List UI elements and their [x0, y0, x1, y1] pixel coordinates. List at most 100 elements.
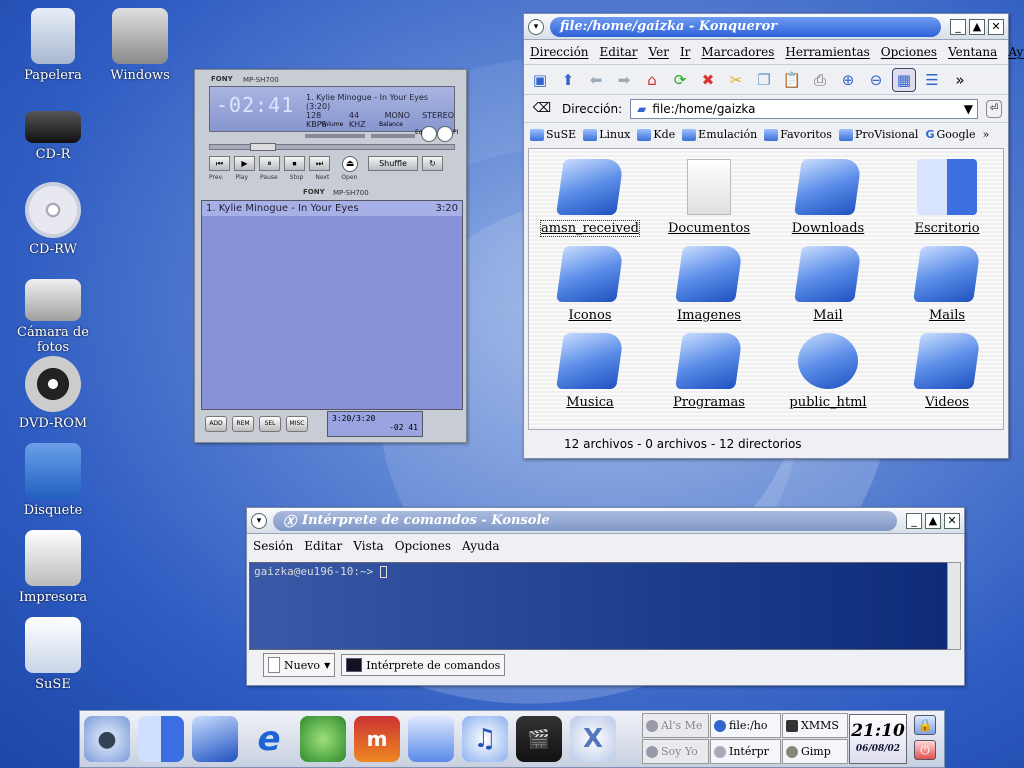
cut-icon[interactable]: ✂ — [724, 68, 748, 92]
up-icon[interactable]: ⬆ — [556, 68, 580, 92]
add-button[interactable]: ADD — [205, 416, 227, 432]
zoom-out-icon[interactable]: ⊖ — [864, 68, 888, 92]
tab-shell[interactable]: Intérprete de comandos — [341, 654, 506, 676]
menu-sesion[interactable]: Sesión — [253, 539, 293, 553]
prev-button[interactable]: ⏮ — [209, 156, 230, 171]
playlist[interactable]: 1. Kylie Minogue - In Your Eyes 3:20 — [201, 200, 463, 410]
shuffle-button[interactable]: Shuffle — [368, 156, 418, 171]
file-item[interactable]: Programas — [654, 333, 764, 410]
desktop-icon-dvd-rom[interactable]: DVD-ROM — [3, 356, 103, 431]
close-icon[interactable]: ✕ — [988, 18, 1004, 35]
konsole-window[interactable]: ▾ Ⓧ Intérprete de comandos - Konsole _ ▲ … — [246, 507, 965, 686]
pause-button[interactable]: ⏸ — [259, 156, 280, 171]
itunes-icon[interactable]: ♫ — [462, 716, 508, 762]
new-session-button[interactable]: Nuevo ▼ — [263, 653, 336, 677]
minimize-icon[interactable]: _ — [950, 18, 966, 35]
bookmark-provisional[interactable]: ProVisional — [838, 128, 918, 141]
file-item[interactable]: Musica — [535, 333, 645, 410]
clock[interactable]: 21:10 06/08/02 — [849, 714, 907, 764]
back-icon[interactable]: ⬅ — [584, 68, 608, 92]
clear-address-icon[interactable]: ⌫ — [530, 97, 554, 121]
messenger-icon[interactable] — [300, 716, 346, 762]
konsole-titlebar[interactable]: ▾ Ⓧ Intérprete de comandos - Konsole _ ▲ … — [247, 508, 964, 534]
dropdown-icon[interactable]: ▼ — [964, 102, 973, 116]
task-gimp[interactable]: Gimp — [782, 739, 848, 764]
desktop-icon-papelera[interactable]: Papelera — [3, 8, 103, 83]
reload-icon[interactable]: ⟳ — [668, 68, 692, 92]
home-icon[interactable]: ⌂ — [640, 68, 664, 92]
forward-icon[interactable]: ➡ — [612, 68, 636, 92]
play-button[interactable]: ▶ — [234, 156, 255, 171]
konqueror-titlebar[interactable]: ▾ file:/home/gaizka - Konqueror _ ▲ ✕ — [524, 14, 1008, 40]
macos-x-icon[interactable]: X — [570, 716, 616, 762]
menu-ayuda[interactable]: Ayuda — [462, 539, 500, 553]
logout-icon[interactable]: ⏻ — [914, 740, 936, 760]
file-view[interactable]: amsn_received Documentos Downloads Escri… — [528, 148, 1004, 430]
maximize-icon[interactable]: ▲ — [969, 18, 985, 35]
window-menu-icon[interactable]: ▾ — [251, 512, 267, 529]
bookmark-emulacion[interactable]: Emulación — [682, 128, 757, 141]
konqueror-window[interactable]: ▾ file:/home/gaizka - Konqueror _ ▲ ✕ Di… — [523, 13, 1024, 459]
menu-marcadores[interactable]: Marcadores — [701, 45, 774, 59]
mirc-icon[interactable]: m — [354, 716, 400, 762]
file-item[interactable]: amsn_received — [535, 159, 645, 237]
eject-icon[interactable]: ⏏ — [342, 156, 358, 172]
desktop-icon-camara[interactable]: Cámara de fotos — [3, 269, 103, 355]
apple-icon[interactable]: ● — [84, 716, 130, 762]
menu-ventana[interactable]: Ventana — [948, 45, 997, 59]
task-xmms[interactable]: XMMS — [782, 713, 848, 738]
icon-view-icon[interactable]: ▦ — [892, 67, 916, 92]
close-icon[interactable]: ✕ — [944, 512, 960, 529]
more-bookmarks-icon[interactable]: » — [983, 128, 990, 141]
minimize-icon[interactable]: _ — [906, 512, 922, 529]
lock-screen-icon[interactable]: 🔒 — [914, 715, 936, 735]
terminal[interactable]: gaizka@eu196-10:~> — [249, 562, 949, 650]
new-window-icon[interactable]: ▣ — [528, 68, 552, 92]
repeat-button[interactable]: ↻ — [422, 156, 443, 171]
eq-button[interactable] — [421, 126, 437, 142]
print-icon[interactable]: ⎙ — [808, 68, 832, 92]
file-item[interactable]: Escritorio — [892, 159, 1002, 236]
volume-slider[interactable] — [305, 134, 365, 138]
maximize-icon[interactable]: ▲ — [925, 512, 941, 529]
desktop-icon-disquete[interactable]: Disquete — [3, 443, 103, 518]
finder-icon[interactable] — [138, 716, 184, 762]
task-soy-yo[interactable]: Soy Yo — [642, 739, 709, 764]
terminal-scrollbar[interactable] — [947, 562, 961, 650]
zoom-in-icon[interactable]: ⊕ — [836, 68, 860, 92]
bookmark-linux[interactable]: Linux — [583, 128, 630, 141]
file-item[interactable]: Imagenes — [654, 246, 764, 323]
menu-editar[interactable]: Editar — [304, 539, 342, 553]
seek-handle[interactable] — [250, 143, 276, 151]
folder-icon[interactable] — [192, 716, 238, 762]
file-item[interactable]: Videos — [892, 333, 1002, 410]
balance-slider[interactable] — [371, 134, 415, 138]
video-clapper-icon[interactable]: 🎬 — [516, 716, 562, 762]
file-item[interactable]: Iconos — [535, 246, 645, 323]
menu-ver[interactable]: Ver — [649, 45, 669, 59]
file-item[interactable]: public_html — [773, 333, 883, 410]
desktop-icon-suse[interactable]: SuSE — [3, 617, 103, 692]
menu-herramientas[interactable]: Herramientas — [785, 45, 869, 59]
bookmark-google[interactable]: G Google — [925, 128, 975, 141]
paste-icon[interactable]: 📋 — [780, 68, 804, 92]
address-input[interactable]: ▰ file:/home/gaizka ▼ — [630, 98, 978, 119]
sel-button[interactable]: SEL — [259, 416, 281, 432]
stop-button[interactable]: ⏹ — [284, 156, 305, 171]
menu-ir[interactable]: Ir — [680, 45, 690, 59]
menu-direccion[interactable]: Dirección — [530, 45, 589, 59]
next-button[interactable]: ⏭ — [309, 156, 330, 171]
window-menu-icon[interactable]: ▾ — [528, 18, 544, 35]
desktop-icon-impresora[interactable]: Impresora — [3, 530, 103, 605]
file-item[interactable]: Mail — [773, 246, 883, 323]
xmms-window[interactable]: FONY MP-SH700 -02:41 1. Kylie Minogue - … — [194, 69, 467, 443]
task-konsole[interactable]: Intérpr — [710, 739, 781, 764]
more-icon[interactable]: » — [948, 68, 972, 92]
playlist-row[interactable]: 1. Kylie Minogue - In Your Eyes 3:20 — [202, 201, 462, 216]
menu-ayuda[interactable]: Ayuda — [1008, 45, 1024, 59]
file-item[interactable]: Documentos — [654, 159, 764, 236]
list-view-icon[interactable]: ☰ — [920, 68, 944, 92]
task-als-me[interactable]: Al's Me — [642, 713, 709, 738]
menu-vista[interactable]: Vista — [353, 539, 383, 553]
file-item[interactable]: Mails — [892, 246, 1002, 323]
